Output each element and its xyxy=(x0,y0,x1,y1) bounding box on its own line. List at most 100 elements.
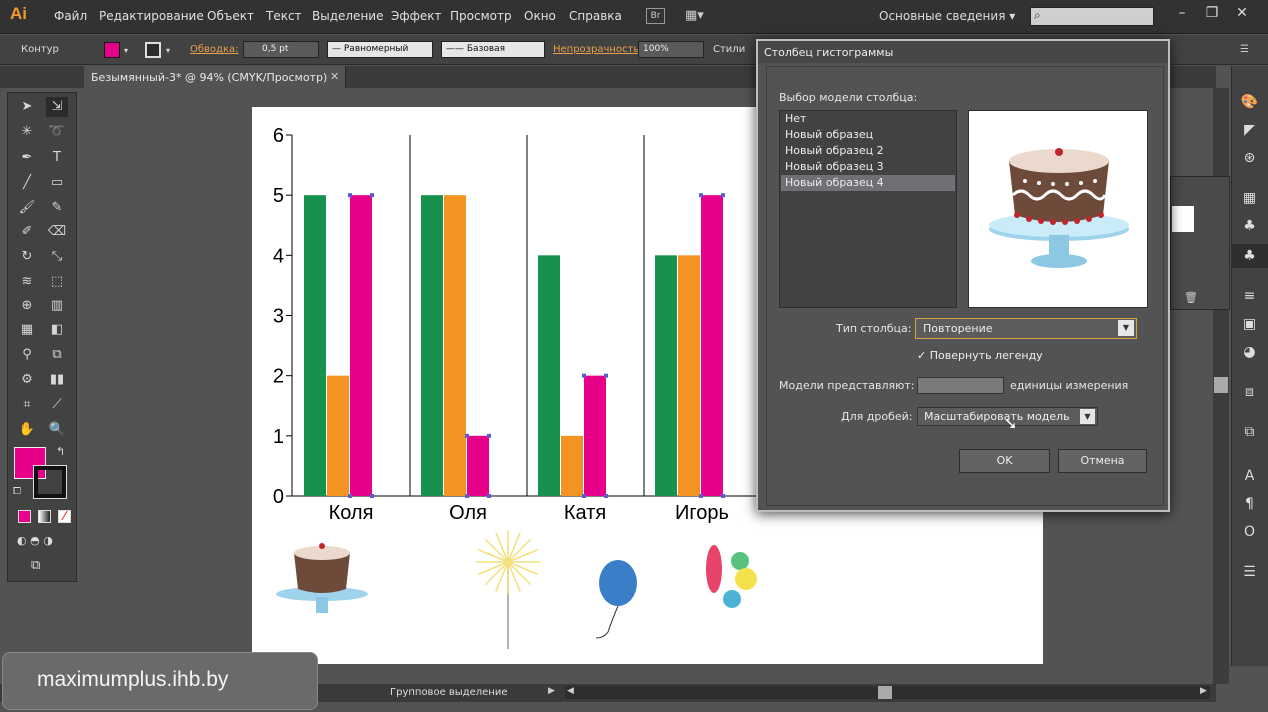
menu-view[interactable]: Просмотр xyxy=(450,9,512,23)
pattern-item[interactable]: Новый образец 3 xyxy=(781,159,955,175)
stroke-swatch[interactable] xyxy=(33,465,67,499)
search-input[interactable] xyxy=(1030,7,1154,26)
chevron-down-icon[interactable]: ▾ xyxy=(166,46,170,55)
none-mode-icon[interactable]: ⁄ xyxy=(58,510,71,523)
menu-edit[interactable]: Редактирование xyxy=(99,9,204,23)
close-icon[interactable]: ✕ xyxy=(1232,5,1252,25)
stroke-color-swatch[interactable] xyxy=(145,42,161,58)
bar[interactable] xyxy=(350,195,372,496)
pattern-item[interactable]: Нет xyxy=(781,111,955,127)
column-graph-tool-icon[interactable]: ▮▮ xyxy=(46,370,68,390)
gradient-mode-icon[interactable] xyxy=(38,510,51,523)
opacity-label[interactable]: Непрозрачность: xyxy=(553,44,643,55)
bar[interactable] xyxy=(561,435,583,496)
scroll-left-icon[interactable]: ◀ xyxy=(567,686,574,696)
opacity-field[interactable]: 100% xyxy=(638,41,704,58)
arrange-documents-icon[interactable]: ▦▾ xyxy=(685,8,713,24)
bar[interactable] xyxy=(701,195,723,496)
bar[interactable] xyxy=(467,435,489,496)
menu-file[interactable]: Файл xyxy=(54,9,87,23)
symbol-sprayer-icon[interactable]: ⚙ xyxy=(16,370,38,390)
rectangle-tool-icon[interactable]: ▭ xyxy=(46,173,68,193)
artboards-icon[interactable]: ⧈ xyxy=(1231,380,1268,404)
zoom-tool-icon[interactable]: 🔍 xyxy=(46,420,68,440)
bar[interactable] xyxy=(538,255,560,496)
fill-color-swatch[interactable] xyxy=(104,42,120,58)
cancel-button[interactable]: Отмена xyxy=(1058,449,1147,473)
rotate-tool-icon[interactable]: ↻ xyxy=(16,247,38,267)
brush-select[interactable]: —— Базовая xyxy=(441,41,545,58)
mesh-tool-icon[interactable]: ▦ xyxy=(16,320,38,340)
menu-window[interactable]: Окно xyxy=(524,9,556,23)
status-menu-arrow-icon[interactable]: ▶ xyxy=(548,686,555,696)
close-tab-icon[interactable]: ✕ xyxy=(330,70,339,83)
symbol-thumbnail[interactable] xyxy=(1172,206,1194,232)
transparency-icon[interactable]: ◕ xyxy=(1231,340,1268,364)
bar[interactable] xyxy=(655,255,677,496)
opentype-icon[interactable]: O xyxy=(1231,520,1268,544)
scroll-right-icon[interactable]: ▶ xyxy=(1200,686,1207,696)
trash-icon[interactable]: 🗑 xyxy=(1184,291,1198,304)
pencil-tool-icon[interactable]: ✎ xyxy=(46,198,68,218)
chevron-down-icon[interactable]: ▾ xyxy=(124,46,128,55)
stroke-label[interactable]: Обводка: xyxy=(190,44,239,55)
chevron-down-icon[interactable]: ▼ xyxy=(1080,409,1095,424)
stroke-panel-icon[interactable]: ≡ xyxy=(1231,284,1268,308)
symbols-icon[interactable]: ♣ xyxy=(1231,244,1268,268)
menu-effect[interactable]: Эффект xyxy=(391,9,442,23)
graph-tool-icon[interactable]: ▥ xyxy=(46,296,68,316)
direct-selection-tool-icon[interactable]: ⇲ xyxy=(46,97,68,117)
default-colors-icon[interactable]: ⧠ xyxy=(13,486,21,497)
menu-text[interactable]: Текст xyxy=(266,9,302,23)
color-panel-icon[interactable]: 🎨 xyxy=(1231,90,1268,114)
pattern-item[interactable]: Новый образец 2 xyxy=(781,143,955,159)
panel-menu-icon[interactable]: ☰ xyxy=(1240,44,1249,55)
free-transform-icon[interactable]: ⬚ xyxy=(46,272,68,292)
align-icon[interactable]: ⧉ xyxy=(1231,420,1268,444)
units-input[interactable] xyxy=(917,377,1004,394)
bar[interactable] xyxy=(327,375,349,496)
blend-tool-icon[interactable]: ⧉ xyxy=(46,345,68,365)
menu-help[interactable]: Справка xyxy=(569,9,622,23)
draw-mode-icon[interactable]: ◐ ◓ ◑ xyxy=(17,534,53,547)
swatches-icon[interactable]: ⊛ xyxy=(1231,146,1268,170)
bar[interactable] xyxy=(421,195,443,496)
color-mode-icon[interactable] xyxy=(18,510,31,523)
scale-tool-icon[interactable]: ⤡ xyxy=(46,247,68,267)
horizontal-scrollbar-thumb[interactable] xyxy=(878,686,892,699)
minimize-icon[interactable]: – xyxy=(1172,5,1192,25)
color-guide-icon[interactable]: ◤ xyxy=(1231,118,1268,142)
brush-tool-icon[interactable]: 🖌 xyxy=(16,198,38,218)
paragraph-icon[interactable]: ¶ xyxy=(1231,492,1268,516)
screen-mode-icon[interactable]: ⧉ xyxy=(31,558,40,573)
restore-icon[interactable]: ❐ xyxy=(1202,5,1222,25)
character-icon[interactable]: A xyxy=(1231,464,1268,488)
warp-tool-icon[interactable]: ≋ xyxy=(16,272,38,292)
rotate-legend-checkbox[interactable]: ✓ Повернуть легенду xyxy=(917,349,1043,362)
lasso-icon[interactable]: ➰ xyxy=(46,122,68,142)
pattern-item-selected[interactable]: Новый образец 4 xyxy=(781,175,955,191)
selection-tool-icon[interactable]: ➤ xyxy=(16,97,38,117)
vertical-scrollbar-thumb[interactable] xyxy=(1214,377,1228,393)
stroke-profile-select[interactable]: — Равномерный xyxy=(327,41,433,58)
line-tool-icon[interactable]: ╱ xyxy=(16,173,38,193)
column-type-select[interactable]: Повторение xyxy=(915,318,1137,339)
swap-colors-icon[interactable]: ↰ xyxy=(56,445,65,458)
chevron-down-icon[interactable]: ▼ xyxy=(1118,320,1134,336)
magic-wand-icon[interactable]: ✳ xyxy=(16,122,38,142)
gradient-tool-icon[interactable]: ◧ xyxy=(46,320,68,340)
bar[interactable] xyxy=(584,375,606,496)
gradient-panel-icon[interactable]: ▣ xyxy=(1231,312,1268,336)
artboard-tool-icon[interactable]: ⌗ xyxy=(16,395,38,415)
ok-button[interactable]: OK xyxy=(959,449,1050,473)
pattern-item[interactable]: Новый образец xyxy=(781,127,955,143)
hand-tool-icon[interactable]: ✋ xyxy=(16,420,38,440)
slice-tool-icon[interactable]: ⟋ xyxy=(46,395,68,415)
bridge-button[interactable]: Br xyxy=(646,8,665,24)
shape-builder-icon[interactable]: ⊕ xyxy=(16,296,38,316)
eyedropper-icon[interactable]: ⚲ xyxy=(16,345,38,365)
workspace-switcher[interactable]: Основные сведения ▾ xyxy=(879,9,1015,23)
stroke-weight-field[interactable]: 0,5 pt xyxy=(243,41,319,58)
brushes-icon[interactable]: ♣ xyxy=(1231,214,1268,238)
eraser-tool-icon[interactable]: ⌫ xyxy=(46,222,68,242)
